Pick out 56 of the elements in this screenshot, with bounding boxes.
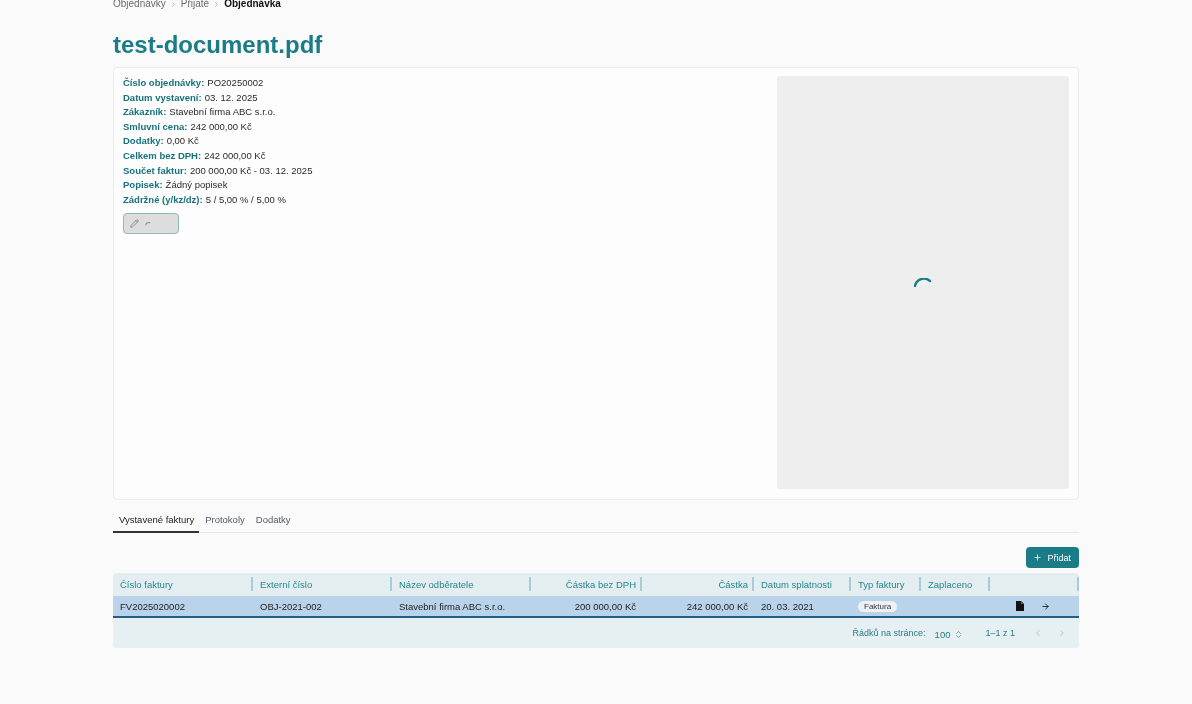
column-header[interactable]: Typ faktury xyxy=(851,573,921,596)
table-cell: OBJ-2021-002 xyxy=(260,600,322,612)
detail-value: 242 000,00 Kč xyxy=(204,148,266,163)
detail-value: 0,00 Kč xyxy=(166,134,199,149)
tab[interactable]: Vystavené faktury xyxy=(113,508,200,533)
table-cell: Stavební firma ABC s.r.o. xyxy=(399,600,506,612)
detail-label: Datum vystavení: xyxy=(123,90,202,105)
document-button[interactable] xyxy=(1016,601,1024,611)
detail-label: Celkem bez DPH: xyxy=(123,148,202,163)
table-cell: 20. 03. 2021 xyxy=(761,600,814,612)
file-icon xyxy=(1016,601,1024,611)
detail-label: Dodatky: xyxy=(123,134,164,149)
detail-value: 5 / 5,00 % / 5,00 % xyxy=(205,192,286,207)
open-button[interactable] xyxy=(1041,601,1050,611)
column-header[interactable]: Název odběratele xyxy=(392,573,531,596)
detail-label: Smluvní cena: xyxy=(123,119,188,134)
column-header[interactable]: Částka xyxy=(642,573,754,596)
rows-per-page-select[interactable]: 100 xyxy=(934,626,964,640)
rows-per-page-label: Řádků na stránce: xyxy=(852,628,926,638)
column-header[interactable]: Číslo faktury xyxy=(113,573,253,596)
breadcrumb-link[interactable]: Přijaté xyxy=(180,0,210,10)
up-down-icon xyxy=(954,629,964,639)
chevron-right-icon xyxy=(213,0,221,8)
column-header[interactable]: Datum splatnosti xyxy=(754,573,851,596)
detail-value: Žádný popisek xyxy=(165,178,228,193)
table-cell: 200 000,00 Kč xyxy=(574,600,636,612)
page-title: test-document.pdf xyxy=(113,30,324,60)
breadcrumb-current: Objednávka xyxy=(224,0,281,10)
breadcrumb-link[interactable]: Objednávky xyxy=(113,0,166,10)
arrow-right-icon xyxy=(1041,601,1050,611)
page-range: 1–1 z 1 xyxy=(985,628,1015,638)
table-cell: FV2025020002 xyxy=(120,600,185,612)
detail-label: Popisek: xyxy=(123,178,163,193)
tab[interactable]: Protokoly xyxy=(199,508,250,533)
column-header[interactable]: Externí číslo xyxy=(253,573,392,596)
detail-value: Stavební firma ABC s.r.o. xyxy=(169,105,276,120)
add-button[interactable]: Přidat xyxy=(1026,547,1079,568)
detail-value: PO20250002 xyxy=(207,76,264,90)
invoice-type-tag: Faktura xyxy=(858,600,898,612)
detail-label: Číslo objednávky: xyxy=(123,76,205,90)
chevron-right-icon xyxy=(169,0,177,8)
chevron-right-icon xyxy=(1057,628,1067,638)
table-cell: 242 000,00 Kč xyxy=(686,600,748,612)
column-header[interactable]: Zaplaceno xyxy=(921,573,990,596)
detail-label: Zákazník: xyxy=(123,105,167,120)
pencil-icon xyxy=(130,219,139,229)
detail-label: Součet faktur: xyxy=(123,163,187,178)
chevron-left-icon xyxy=(1033,628,1043,638)
detail-value: 200 000,00 Kč - 03. 12. 2025 xyxy=(189,163,313,178)
detail-value: 242 000,00 Kč xyxy=(190,119,252,134)
column-header[interactable]: Částka bez DPH xyxy=(531,573,642,596)
tab[interactable]: Dodatky xyxy=(249,508,296,533)
plus-icon xyxy=(1033,553,1043,562)
table-row[interactable]: FV2025020002 OBJ-2021-002 Stavební firma ABC s.r.o. 200 000,00 Kč 242 000,00 Kč 20. 03. 2021 Faktura xyxy=(113,596,1079,618)
detail-label: Zádržné (y/kz/dz): xyxy=(123,192,203,207)
detail-value: 03. 12. 2025 xyxy=(204,90,258,105)
